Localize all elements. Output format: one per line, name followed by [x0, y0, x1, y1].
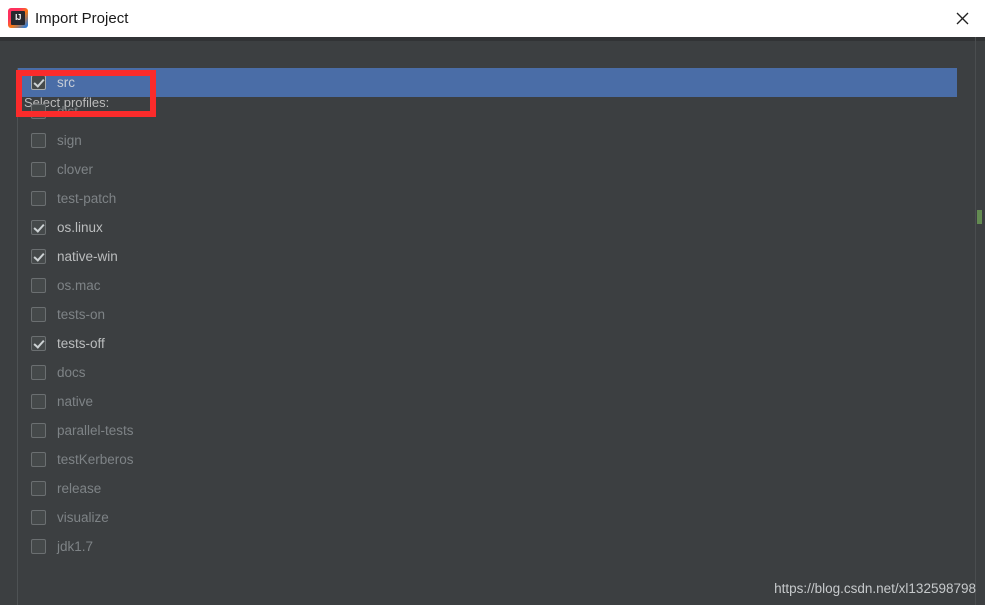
profile-label: tests-on	[57, 307, 106, 322]
profile-label: parallel-tests	[57, 423, 134, 438]
profile-row[interactable]: clover	[18, 155, 957, 184]
checkbox-unchecked-icon[interactable]	[31, 394, 46, 409]
checkbox-unchecked-icon[interactable]	[31, 510, 46, 525]
checkbox-unchecked-icon[interactable]	[31, 104, 46, 119]
profile-row[interactable]: sign	[18, 126, 957, 155]
profile-row[interactable]: dist	[18, 97, 957, 126]
intellij-idea-icon-glyph: IJ	[11, 11, 25, 25]
intellij-idea-icon: IJ	[8, 8, 28, 28]
checkbox-checked-icon[interactable]	[31, 75, 46, 90]
profile-label: src	[57, 75, 75, 90]
import-project-dialog: Select profiles: src dist sign clover test-p…	[0, 37, 985, 605]
checkbox-unchecked-icon[interactable]	[31, 307, 46, 322]
checkbox-unchecked-icon[interactable]	[31, 133, 46, 148]
profile-label: clover	[57, 162, 94, 177]
profile-label: docs	[57, 365, 86, 380]
window-titlebar: IJ Import Project	[0, 0, 985, 37]
scrollbar-marker[interactable]	[977, 210, 982, 224]
profile-row[interactable]: os.mac	[18, 271, 957, 300]
profile-row[interactable]: release	[18, 474, 957, 503]
profile-label: os.linux	[57, 220, 103, 235]
checkbox-unchecked-icon[interactable]	[31, 539, 46, 554]
checkbox-unchecked-icon[interactable]	[31, 452, 46, 467]
profile-row[interactable]: tests-on	[18, 300, 957, 329]
profile-label: testKerberos	[57, 452, 134, 467]
checkbox-unchecked-icon[interactable]	[31, 365, 46, 380]
profile-label: visualize	[57, 510, 109, 525]
profile-label: test-patch	[57, 191, 117, 206]
checkbox-checked-icon[interactable]	[31, 249, 46, 264]
dialog-top-strip	[0, 37, 985, 41]
right-panel-divider	[975, 37, 976, 605]
profile-row[interactable]: test-patch	[18, 184, 957, 213]
checkbox-unchecked-icon[interactable]	[31, 423, 46, 438]
checkbox-checked-icon[interactable]	[31, 336, 46, 351]
checkbox-unchecked-icon[interactable]	[31, 191, 46, 206]
profile-label: native-win	[57, 249, 118, 264]
profile-row[interactable]: docs	[18, 358, 957, 387]
checkbox-checked-icon[interactable]	[31, 220, 46, 235]
profile-row[interactable]: parallel-tests	[18, 416, 957, 445]
close-button[interactable]	[939, 0, 985, 37]
checkbox-unchecked-icon[interactable]	[31, 481, 46, 496]
profile-row[interactable]: os.linux	[18, 213, 957, 242]
profiles-list[interactable]: src dist sign clover test-patch os.linux nativ…	[17, 68, 957, 605]
profile-row[interactable]: testKerberos	[18, 445, 957, 474]
profile-label: native	[57, 394, 94, 409]
checkbox-unchecked-icon[interactable]	[31, 162, 46, 177]
profile-row[interactable]: visualize	[18, 503, 957, 532]
profile-label: os.mac	[57, 278, 101, 293]
profile-row[interactable]: native-win	[18, 242, 957, 271]
profile-label: sign	[57, 133, 82, 148]
checkbox-unchecked-icon[interactable]	[31, 278, 46, 293]
window-title: Import Project	[35, 10, 129, 27]
watermark-text: https://blog.csdn.net/xl132598798	[774, 581, 976, 596]
profile-row[interactable]: jdk1.7	[18, 532, 957, 561]
profile-label: dist	[57, 104, 79, 119]
profile-label: jdk1.7	[57, 539, 94, 554]
profile-label: release	[57, 481, 102, 496]
profile-label: tests-off	[57, 336, 105, 351]
close-icon	[956, 12, 968, 25]
profile-row[interactable]: src	[18, 68, 957, 97]
profile-row[interactable]: tests-off	[18, 329, 957, 358]
profile-row[interactable]: native	[18, 387, 957, 416]
